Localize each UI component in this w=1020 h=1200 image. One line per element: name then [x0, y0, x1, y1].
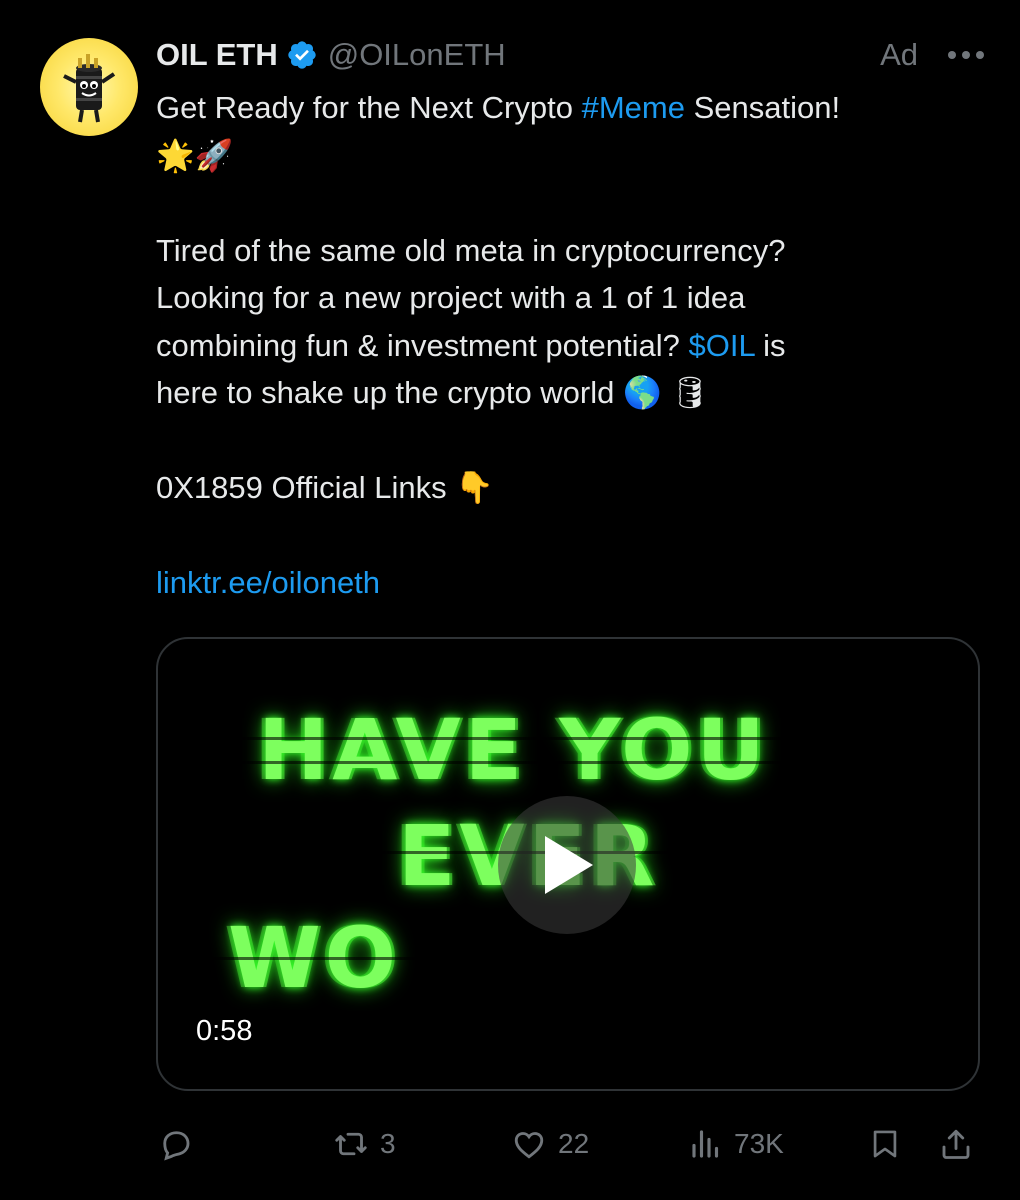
more-options-icon[interactable] [946, 35, 986, 75]
text-segment: here to shake up the crypto world [156, 375, 615, 410]
play-button[interactable] [498, 796, 636, 934]
cashtag-link[interactable]: $OIL [688, 328, 754, 363]
share-button[interactable] [938, 1114, 974, 1174]
play-icon [545, 836, 593, 894]
views-chart-icon [692, 1130, 719, 1158]
verified-badge-icon [286, 39, 318, 71]
glitch-scanline [158, 957, 978, 960]
account-handle[interactable]: @OILonETH [328, 37, 506, 73]
bookmark-button[interactable] [868, 1114, 902, 1174]
hashtag-link[interactable]: #Meme [582, 90, 685, 125]
text-segment: 0X1859 Official Links [156, 470, 447, 505]
text-line: Tired of the same old meta in cryptocurr… [156, 232, 786, 268]
text-segment: combining fun & investment potential? [156, 327, 689, 363]
oil-barrel-mascot-icon [63, 54, 116, 123]
video-frame-text: HAVE YOU [258, 701, 769, 799]
display-name[interactable]: OIL ETH [156, 37, 278, 73]
video-duration: 0:58 [184, 1011, 265, 1052]
video-player[interactable]: HAVE YOU EVER WO 0:58 [156, 637, 980, 1091]
star-rocket-emoji: 🌟🚀 [156, 137, 234, 173]
tweet-header: OIL ETH @OILonETH Ad [156, 30, 986, 80]
avatar[interactable] [40, 38, 138, 136]
pointing-down-emoji: 👇 [455, 470, 494, 505]
external-link[interactable]: linktr.ee/oiloneth [156, 565, 380, 600]
heart-icon [514, 1132, 544, 1159]
glitch-scanline [158, 761, 978, 764]
like-count: 22 [558, 1128, 590, 1159]
retweet-count: 3 [380, 1128, 396, 1159]
views-count: 73K [734, 1128, 784, 1159]
views-button[interactable]: 73K [688, 1114, 784, 1174]
retweet-button[interactable]: 3 [332, 1114, 396, 1174]
bookmark-icon [873, 1130, 897, 1158]
reply-icon [163, 1131, 190, 1161]
globe-barrel-emoji: 🌎 🛢 [623, 375, 710, 410]
tweet-text: Get Ready for the Next Crypto #Meme Sens… [156, 84, 986, 607]
text-line: Looking for a new project with a 1 of 1 … [156, 280, 746, 315]
share-icon [942, 1129, 970, 1159]
retweet-icon [335, 1132, 367, 1156]
like-button[interactable]: 22 [510, 1114, 589, 1174]
tweet-actions: 3 22 73K [156, 1114, 986, 1174]
text-segment: is [754, 327, 786, 363]
text-segment: Get Ready for the Next Crypto [156, 90, 582, 125]
ad-label: Ad [880, 37, 918, 72]
glitch-scanline [158, 737, 978, 740]
text-segment: Sensation! [684, 90, 841, 125]
reply-button[interactable] [158, 1114, 204, 1174]
